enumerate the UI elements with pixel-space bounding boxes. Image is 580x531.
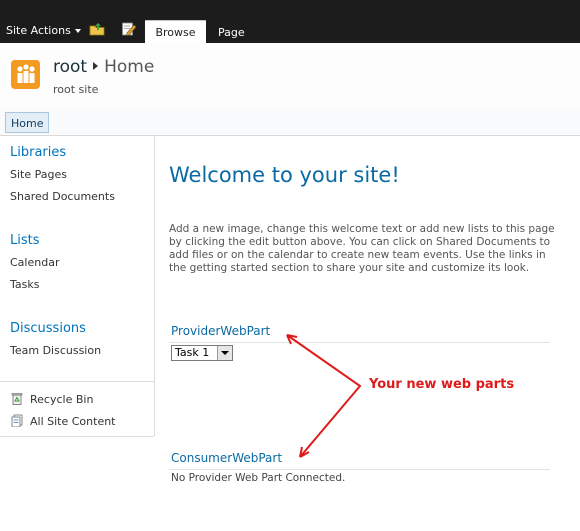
annotation-arrows — [286, 334, 362, 458]
